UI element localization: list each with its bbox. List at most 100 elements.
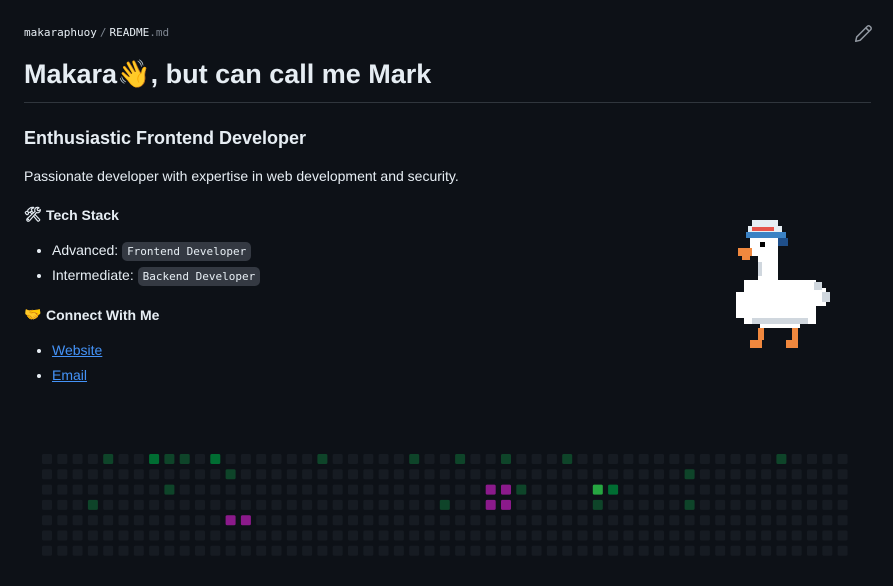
contribution-cell <box>149 515 160 526</box>
contribution-cell <box>531 499 542 510</box>
contribution-cell <box>118 484 129 495</box>
breadcrumb-separator: / <box>99 26 107 39</box>
contribution-cell <box>807 530 817 541</box>
contribution-cell <box>363 515 374 526</box>
contribution-cell <box>669 530 680 541</box>
connect-heading-text: Connect With Me <box>46 306 160 323</box>
contribution-cell <box>409 454 420 464</box>
contribution-cell <box>317 499 328 510</box>
contribution-cell <box>715 469 726 480</box>
contribution-cell <box>348 515 358 526</box>
pixel-goose-image <box>736 220 830 348</box>
contribution-cell <box>669 545 680 556</box>
contribution-cell <box>256 469 267 480</box>
contribution-cell <box>409 469 420 480</box>
contribution-cell <box>118 454 129 464</box>
email-link[interactable]: Email <box>52 367 87 383</box>
contribution-cell <box>761 515 772 526</box>
contribution-cell <box>179 484 190 495</box>
contribution-cell <box>761 499 772 510</box>
contribution-cell <box>302 545 313 556</box>
contribution-cell <box>776 469 787 480</box>
contribution-cell <box>455 530 466 541</box>
contribution-cell <box>684 545 695 556</box>
contribution-cell <box>378 454 389 464</box>
contribution-cell <box>485 484 496 495</box>
breadcrumb-owner-link[interactable]: makaraphuoy <box>24 26 97 39</box>
contribution-cell <box>592 499 603 510</box>
contribution-cell <box>654 545 664 556</box>
contribution-cell <box>669 454 680 464</box>
contribution-cell <box>195 545 205 556</box>
contribution-cell <box>776 484 787 495</box>
contribution-grid <box>42 454 848 556</box>
contribution-cell <box>608 515 619 526</box>
contribution-cell <box>195 484 205 495</box>
hammer-wrench-icon: 🛠 <box>24 206 42 222</box>
website-link[interactable]: Website <box>52 342 102 358</box>
contribution-cell <box>378 515 389 526</box>
contribution-cell <box>103 499 114 510</box>
contribution-cell <box>72 515 83 526</box>
contribution-cell <box>638 530 649 541</box>
contribution-cell <box>577 545 588 556</box>
contribution-cell <box>164 469 175 480</box>
contribution-cell <box>72 530 83 541</box>
contribution-cell <box>103 484 114 495</box>
contribution-cell <box>225 515 236 526</box>
contribution-cell <box>256 454 267 464</box>
contribution-cell <box>195 469 205 480</box>
contribution-cell <box>317 515 328 526</box>
contribution-cell <box>256 515 267 526</box>
edit-file-button[interactable] <box>854 25 872 43</box>
contribution-cell <box>699 545 710 556</box>
contribution-cell <box>72 499 83 510</box>
contribution-cell <box>210 530 221 541</box>
contribution-cell <box>699 469 710 480</box>
contribution-cell <box>149 499 160 510</box>
contribution-cell <box>470 530 481 541</box>
contribution-cell <box>240 545 251 556</box>
list-item: Advanced: Frontend Developer <box>52 238 260 263</box>
contribution-cell <box>791 454 802 464</box>
contribution-cell <box>669 515 680 526</box>
contribution-cell <box>485 530 496 541</box>
contribution-cell <box>501 545 511 556</box>
contribution-cell <box>669 499 680 510</box>
contribution-cell <box>332 454 343 464</box>
contribution-cell <box>638 469 649 480</box>
contribution-cell <box>256 545 267 556</box>
contribution-cell <box>271 515 282 526</box>
contribution-cell <box>103 469 114 480</box>
contribution-cell <box>837 545 848 556</box>
connect-heading: 🤝 Connect With Me <box>24 306 159 323</box>
contribution-cell <box>638 499 649 510</box>
contribution-cell <box>179 515 190 526</box>
contribution-cell <box>271 469 282 480</box>
contribution-cell <box>149 545 160 556</box>
contribution-cell <box>103 530 114 541</box>
contribution-cell <box>164 454 175 464</box>
contribution-cell <box>730 454 741 464</box>
contribution-cell <box>807 545 817 556</box>
contribution-cell <box>470 469 481 480</box>
contribution-cell <box>87 530 98 541</box>
contribution-cell <box>240 454 251 464</box>
tech-stack-heading-text: Tech Stack <box>46 206 119 223</box>
contribution-cell <box>837 484 848 495</box>
contribution-cell <box>654 515 664 526</box>
contribution-cell <box>699 484 710 495</box>
contribution-cell <box>501 469 511 480</box>
contribution-cell <box>378 530 389 541</box>
contribution-cell <box>57 484 68 495</box>
contribution-cell <box>210 545 221 556</box>
contribution-cell <box>730 484 741 495</box>
contribution-cell <box>210 454 221 464</box>
contribution-cell <box>837 469 848 480</box>
contribution-cell <box>608 545 619 556</box>
contribution-cell <box>791 530 802 541</box>
contribution-cell <box>592 454 603 464</box>
contribution-cell <box>577 515 588 526</box>
contribution-cell <box>348 530 358 541</box>
contribution-cell <box>761 545 772 556</box>
